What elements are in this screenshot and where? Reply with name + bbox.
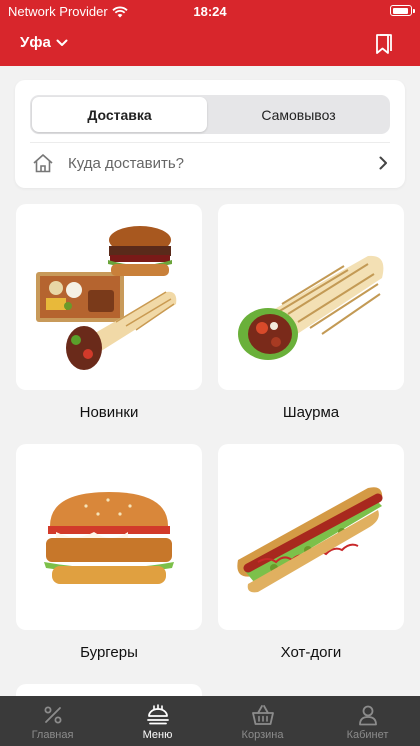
delivery-card: Доставка Самовывоз Куда доставить? bbox=[15, 80, 405, 188]
menu-food-icon bbox=[146, 704, 169, 725]
city-name: Уфа bbox=[20, 34, 51, 51]
city-selector[interactable]: Уфа bbox=[20, 34, 68, 51]
tab-label: Меню bbox=[142, 729, 173, 741]
tab-bar: Главная Меню Корзина Кабинет bbox=[0, 696, 420, 746]
home-icon bbox=[32, 153, 54, 173]
chevron-down-icon bbox=[56, 39, 68, 46]
shawarma-image bbox=[238, 255, 384, 360]
delivery-mode-switch: Доставка Самовывоз bbox=[30, 95, 390, 134]
category-label: Бургеры bbox=[80, 644, 138, 661]
percent-icon bbox=[44, 706, 61, 724]
address-placeholder: Куда доставить? bbox=[68, 154, 185, 172]
category-shawarma[interactable]: Шаурма bbox=[218, 204, 404, 421]
app-header: Уфа bbox=[0, 22, 420, 66]
status-bar: Network Provider 18:24 bbox=[0, 0, 420, 22]
bookmark-icon bbox=[376, 34, 392, 54]
bookmark-button[interactable] bbox=[374, 33, 394, 60]
category-tile bbox=[218, 204, 404, 390]
tab-delivery[interactable]: Доставка bbox=[32, 97, 207, 132]
hotdogs-image bbox=[237, 487, 383, 593]
category-novelties[interactable]: Новинки bbox=[16, 204, 202, 421]
category-burgers[interactable]: Бургеры bbox=[16, 444, 202, 661]
divider bbox=[30, 142, 390, 143]
tab-cart[interactable]: Корзина bbox=[210, 696, 315, 746]
category-label: Шаурма bbox=[282, 404, 340, 421]
chevron-right-icon bbox=[379, 156, 388, 170]
category-tile bbox=[218, 444, 404, 630]
tab-account[interactable]: Кабинет bbox=[315, 696, 420, 746]
tab-label: Главная bbox=[31, 729, 74, 741]
burgers-image bbox=[44, 492, 174, 584]
category-label: Новинки bbox=[79, 404, 139, 421]
tab-menu[interactable]: Меню bbox=[105, 696, 210, 746]
category-label: Хот-доги bbox=[280, 644, 342, 661]
tab-label: Кабинет bbox=[346, 729, 389, 741]
category-tile bbox=[16, 204, 202, 390]
category-hotdogs[interactable]: Хот-доги bbox=[218, 444, 404, 661]
user-icon bbox=[358, 705, 377, 726]
clock: 18:24 bbox=[193, 4, 227, 19]
category-tile bbox=[16, 444, 202, 630]
tab-pickup[interactable]: Самовывоз bbox=[209, 97, 388, 132]
novelties-image bbox=[36, 226, 177, 370]
tab-home[interactable]: Главная bbox=[0, 696, 105, 746]
address-selector[interactable]: Куда доставить? bbox=[30, 144, 390, 182]
basket-icon bbox=[251, 705, 274, 725]
tab-label: Корзина bbox=[241, 729, 284, 741]
battery-icon bbox=[390, 5, 415, 16]
